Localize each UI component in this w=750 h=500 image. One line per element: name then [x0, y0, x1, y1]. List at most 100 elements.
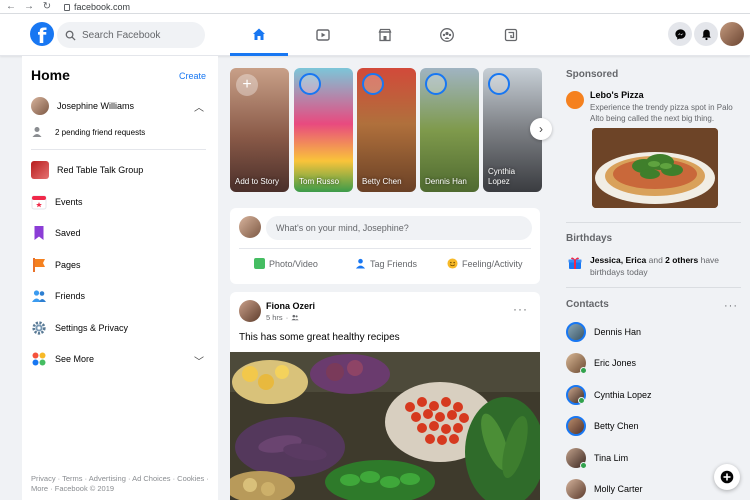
messenger-icon — [674, 28, 686, 40]
birthday-names: Jessica, Erica — [590, 255, 647, 265]
stories-next-button[interactable]: › — [530, 118, 552, 140]
chevron-up-icon[interactable]: ︿ — [194, 99, 204, 114]
story-tom-russo[interactable]: Tom Russo — [294, 68, 353, 192]
footer-links[interactable]: Privacy · Terms · Advertising · Ad Choic… — [31, 474, 211, 494]
contact-tina-lim[interactable]: Tina Lim — [566, 448, 628, 469]
contacts-options-button[interactable]: ··· — [724, 300, 738, 312]
sidebar-item-saved[interactable]: Saved — [31, 225, 81, 241]
profile-row[interactable]: Josephine Williams — [31, 97, 134, 115]
contact-betty-chen[interactable]: Betty Chen — [566, 416, 639, 436]
sidebar-item-label: Events — [55, 197, 83, 207]
tab-watch[interactable] — [294, 14, 352, 56]
friend-requests-row[interactable]: 2 pending friend requests — [31, 126, 145, 138]
contact-eric-jones[interactable]: Eric Jones — [566, 353, 637, 374]
sidebar-item-events[interactable]: Events — [31, 194, 83, 210]
story-avatar — [488, 73, 510, 95]
chevron-down-icon[interactable]: ﹀ — [194, 353, 204, 368]
feeling-activity-label: Feeling/Activity — [462, 258, 523, 269]
story-avatar — [299, 73, 321, 95]
search-input[interactable] — [82, 29, 192, 41]
online-indicator — [580, 367, 587, 374]
facebook-logo[interactable]: f — [30, 22, 54, 46]
post-photo[interactable] — [230, 352, 540, 500]
contact-name: Molly Carter — [594, 484, 643, 494]
story-label: Cynthia Lopez — [488, 167, 516, 186]
divider — [566, 222, 741, 223]
sidebar-item-pages[interactable]: Pages — [31, 257, 81, 273]
page-title: Home — [31, 67, 70, 83]
pizza-photo — [592, 128, 718, 208]
tab-groups[interactable] — [418, 14, 476, 56]
birthday-text[interactable]: Jessica, Erica and 2 others have birthda… — [590, 254, 740, 278]
tab-home[interactable] — [230, 14, 288, 56]
forward-arrow-icon[interactable]: → — [24, 0, 34, 14]
contacts-heading: Contacts — [566, 299, 609, 310]
sidebar-item-label: Friends — [55, 291, 86, 301]
story-betty-chen[interactable]: Betty Chen — [357, 68, 416, 192]
address-bar[interactable]: facebook.com — [64, 2, 130, 12]
search-icon — [65, 30, 76, 41]
feed-post: Fiona Ozeri 5 hrs · ··· This has some gr… — [230, 292, 540, 500]
contact-molly-carter[interactable]: Molly Carter — [566, 479, 643, 499]
reload-icon[interactable]: ↻ — [42, 0, 52, 14]
sidebar-item-friends[interactable]: Friends — [31, 288, 85, 304]
sidebar-item-see-more[interactable]: See More — [31, 351, 94, 367]
create-link[interactable]: Create — [179, 71, 206, 81]
story-add[interactable]: + Add to Story — [230, 68, 289, 192]
feeling-activity-button[interactable]: Feeling/Activity — [447, 258, 523, 269]
marketplace-icon — [378, 28, 392, 42]
group-thumbnail-icon — [31, 161, 49, 179]
story-dennis-han[interactable]: Dennis Han — [420, 68, 479, 192]
sidebar-item-settings[interactable]: Settings & Privacy — [31, 320, 128, 336]
story-label: Add to Story — [235, 177, 280, 186]
left-sidebar: Home Create Josephine Williams ︿ 2 pendi… — [22, 56, 218, 500]
contact-name: Eric Jones — [594, 358, 637, 368]
avatar — [566, 448, 587, 469]
profile-name: Josephine Williams — [57, 101, 135, 111]
photo-video-button[interactable]: Photo/Video — [254, 258, 318, 269]
contact-cynthia-lopez[interactable]: Cynthia Lopez — [566, 385, 652, 405]
profile-avatar[interactable] — [720, 22, 744, 46]
avatar — [566, 416, 586, 436]
divider — [239, 248, 531, 249]
contact-name: Betty Chen — [594, 421, 639, 431]
divider — [31, 149, 206, 150]
messenger-button[interactable] — [668, 22, 692, 46]
ad-description[interactable]: Experience the trendy pizza spot in Palo… — [590, 102, 740, 124]
post-time[interactable]: 5 hrs — [266, 313, 283, 322]
avatar — [566, 479, 586, 499]
contact-name: Cynthia Lopez — [594, 390, 652, 400]
sidebar-item-label: See More — [55, 354, 95, 364]
birthday-others: 2 others — [665, 255, 699, 265]
ad-title[interactable]: Lebo's Pizza — [590, 90, 644, 100]
contact-dennis-han[interactable]: Dennis Han — [566, 322, 641, 342]
stories-tray: + Add to Story Tom Russo Betty Chen Denn… — [230, 68, 550, 192]
divider — [566, 287, 741, 288]
avatar[interactable] — [239, 300, 261, 322]
post-author[interactable]: Fiona Ozeri — [266, 301, 315, 311]
sidebar-item-label: Settings & Privacy — [55, 323, 129, 333]
avatar — [566, 385, 586, 405]
vegetables-photo — [230, 352, 540, 500]
flag-icon — [33, 258, 45, 272]
sidebar-item-label: Pages — [55, 260, 81, 270]
tab-marketplace[interactable] — [356, 14, 414, 56]
friends-icon — [32, 290, 46, 302]
tag-friends-button[interactable]: Tag Friends — [355, 258, 417, 269]
tab-gaming[interactable] — [482, 14, 540, 56]
status-input[interactable] — [266, 216, 532, 240]
pizza-logo-icon[interactable] — [566, 91, 584, 109]
search-box[interactable] — [57, 22, 205, 48]
contact-name: Dennis Han — [594, 327, 642, 337]
notifications-button[interactable] — [694, 22, 718, 46]
avatar — [566, 353, 587, 374]
home-icon — [253, 28, 265, 40]
post-options-button[interactable]: ··· — [513, 302, 528, 316]
sidebar-item-label: Saved — [55, 228, 81, 238]
story-label: Tom Russo — [299, 177, 340, 186]
sidebar-item-red-table-talk[interactable]: Red Table Talk Group — [31, 161, 143, 179]
new-message-button[interactable] — [714, 464, 740, 490]
post-meta: 5 hrs · — [266, 313, 299, 322]
back-arrow-icon[interactable]: ← — [6, 0, 16, 14]
ad-image[interactable] — [592, 128, 718, 208]
